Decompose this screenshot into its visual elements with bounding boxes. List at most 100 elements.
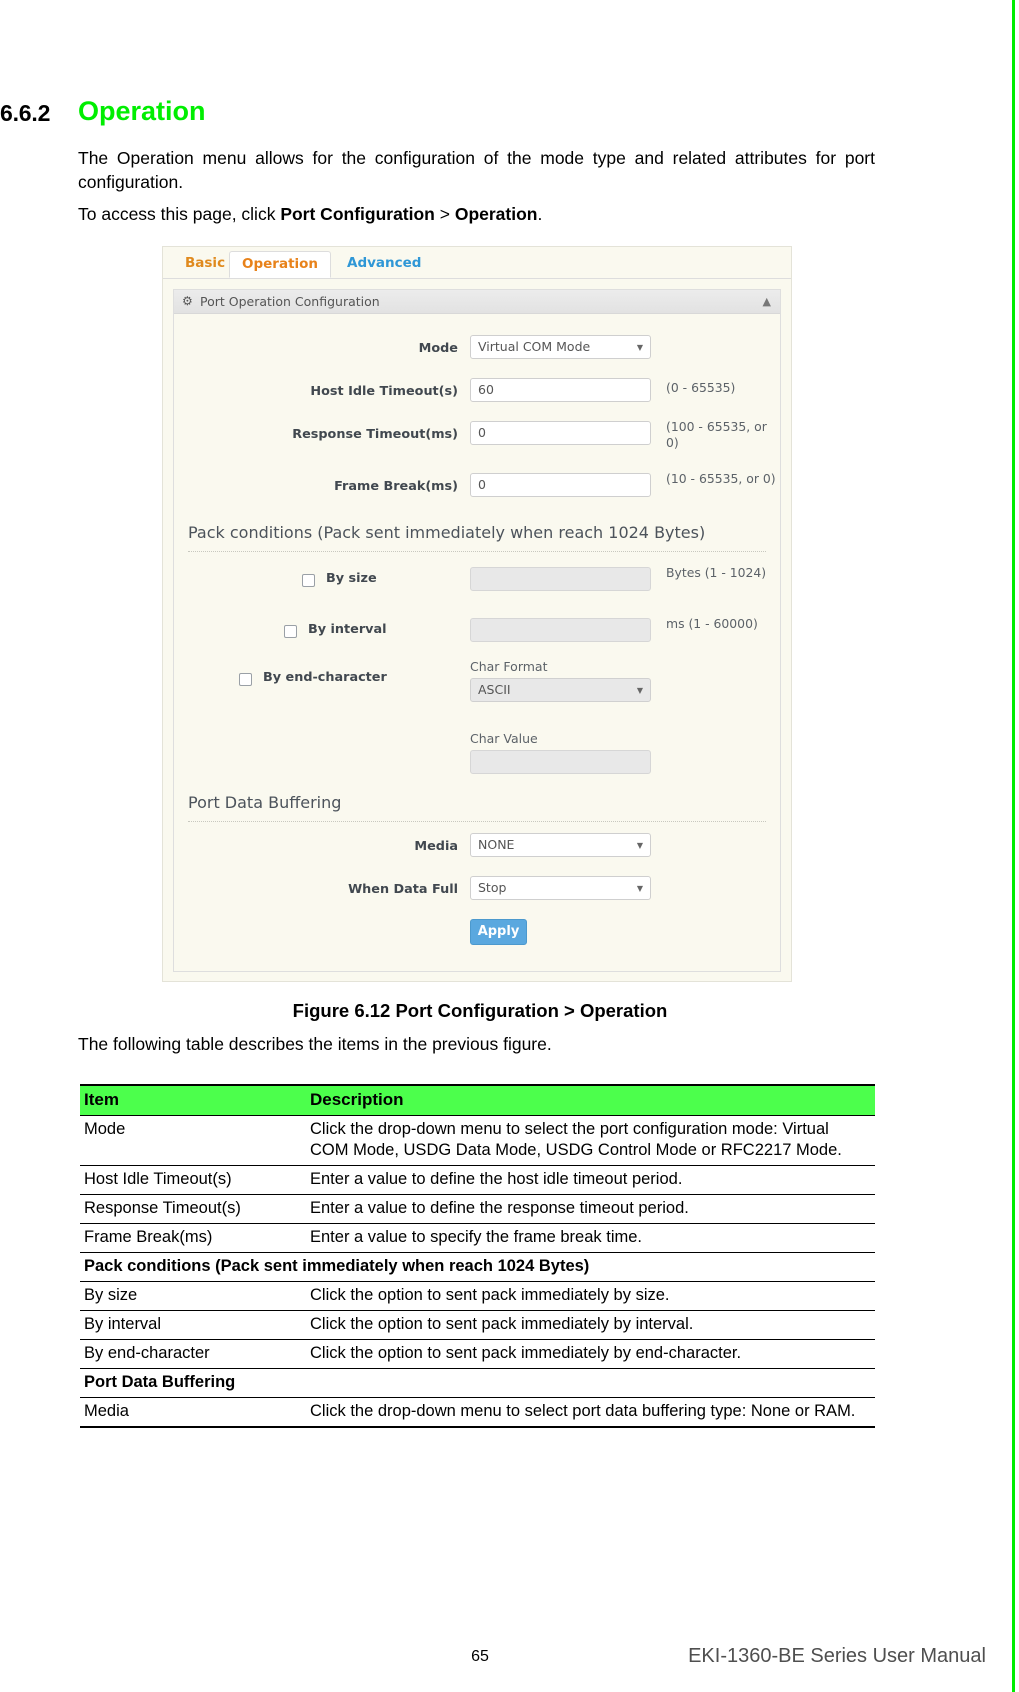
pack-conditions-divider (188, 551, 766, 552)
label-response-timeout: Response Timeout(ms) (292, 427, 458, 442)
access-paragraph: To access this page, click Port Configur… (78, 202, 542, 226)
configuration-form: Mode Virtual COM Mode ▼ Host Idle Timeou… (174, 313, 780, 971)
field-row-by-end-character: By end-character Char Format ASCII ▼ (174, 659, 780, 735)
table-cell-item: Mode (80, 1115, 306, 1166)
table-cell-group-label: Port Data Buffering (80, 1368, 306, 1398)
table-group-row: Port Data Buffering (80, 1368, 875, 1398)
hint-by-interval: ms (1 - 60000) (666, 616, 758, 631)
panel-title: Port Operation Configuration (200, 294, 380, 309)
field-row-frame-break: Frame Break(ms) 0 (10 - 65535, or 0) (174, 471, 780, 503)
when-data-full-select-value: Stop (478, 880, 507, 895)
table-header-item: Item (80, 1084, 306, 1116)
section-number: 6.6.2 (0, 100, 51, 126)
apply-button[interactable]: Apply (470, 919, 527, 945)
host-idle-timeout-input[interactable]: 60 (470, 378, 651, 402)
chevron-down-icon: ▼ (636, 343, 643, 352)
table-row: By end-character Click the option to sen… (80, 1339, 875, 1369)
table-cell-item: By end-character (80, 1339, 306, 1369)
label-when-data-full: When Data Full (348, 882, 458, 897)
page-edge-rule (1012, 0, 1015, 1692)
label-host-idle-timeout: Host Idle Timeout(s) (310, 384, 458, 399)
media-select-value: NONE (478, 837, 515, 852)
table-cell-description: Enter a value to define the response tim… (306, 1194, 875, 1224)
table-cell-item: By size (80, 1281, 306, 1311)
table-header-description: Description (306, 1084, 875, 1116)
mode-select[interactable]: Virtual COM Mode ▼ (470, 335, 651, 359)
table-cell-description: Click the drop-down menu to select port … (306, 1397, 875, 1428)
table-row: Frame Break(ms) Enter a value to specify… (80, 1223, 875, 1253)
char-value-input[interactable] (470, 750, 651, 774)
table-cell-group-description (306, 1368, 875, 1398)
by-interval-checkbox[interactable] (284, 625, 297, 638)
figure-screenshot: Basic Operation Advanced ⚙ Port Operatio… (162, 246, 792, 982)
chevron-down-icon: ▼ (636, 686, 643, 695)
field-row-host-idle-timeout: Host Idle Timeout(s) 60 (0 - 65535) (174, 378, 780, 408)
label-media: Media (414, 839, 458, 854)
hint-response-timeout: (100 - 65535, or 0) (666, 419, 767, 450)
char-format-select-value: ASCII (478, 682, 511, 697)
label-by-interval: By interval (308, 622, 387, 637)
response-timeout-input[interactable]: 0 (470, 421, 651, 445)
label-mode: Mode (418, 341, 458, 356)
tab-operation[interactable]: Operation (229, 251, 332, 278)
table-cell-description: Click the drop-down menu to select the p… (306, 1115, 875, 1166)
table-body: Mode Click the drop-down menu to select … (80, 1115, 875, 1428)
chevron-down-icon: ▼ (636, 841, 643, 850)
char-format-select[interactable]: ASCII ▼ (470, 678, 651, 702)
table-cell-description: Click the option to sent pack immediatel… (306, 1281, 875, 1311)
table-row: Response Timeout(s) Enter a value to def… (80, 1194, 875, 1224)
breadcrumb-port-configuration: Port Configuration (280, 204, 435, 224)
tab-basic[interactable]: Basic (173, 251, 237, 278)
port-operation-panel: ⚙ Port Operation Configuration ▲ Mode Vi… (173, 289, 781, 972)
table-cell-item: Response Timeout(s) (80, 1194, 306, 1224)
table-header-row: Item Description (80, 1084, 875, 1116)
by-size-checkbox[interactable] (302, 574, 315, 587)
hint-frame-break: (10 - 65535, or 0) (666, 471, 776, 486)
breadcrumb-operation: Operation (454, 204, 538, 224)
table-row: Media Click the drop-down menu to select… (80, 1397, 875, 1428)
by-size-input[interactable] (470, 567, 651, 591)
field-row-response-timeout: Response Timeout(ms) 0 (100 - 65535, or … (174, 419, 780, 451)
chevron-up-icon[interactable]: ▲ (763, 290, 771, 313)
table-cell-description: Enter a value to specify the frame break… (306, 1223, 875, 1253)
label-char-value: Char Value (470, 731, 538, 746)
table-row: Mode Click the drop-down menu to select … (80, 1115, 875, 1166)
table-row: By size Click the option to sent pack im… (80, 1281, 875, 1311)
page-title: Operation (78, 96, 206, 126)
label-by-end-character: By end-character (263, 670, 387, 685)
media-select[interactable]: NONE ▼ (470, 833, 651, 857)
chevron-down-icon: ▼ (636, 884, 643, 893)
intro-paragraph: The Operation menu allows for the config… (78, 148, 875, 192)
field-row-when-data-full: When Data Full Stop ▼ (174, 876, 780, 906)
access-suffix: . (537, 204, 543, 224)
items-description-table: Item Description Mode Click the drop-dow… (80, 1084, 875, 1428)
table-cell-item: Frame Break(ms) (80, 1223, 306, 1253)
when-data-full-select[interactable]: Stop ▼ (470, 876, 651, 900)
table-intro: The following table describes the items … (78, 1034, 552, 1054)
table-cell-description: Enter a value to define the host idle ti… (306, 1165, 875, 1195)
table-cell-description: Click the option to sent pack immediatel… (306, 1310, 875, 1340)
table-cell-description: Click the option to sent pack immediatel… (306, 1339, 875, 1369)
tab-bar: Basic Operation Advanced (163, 247, 791, 279)
breadcrumb-separator: > (434, 204, 455, 224)
access-prefix: To access this page, click (78, 204, 281, 224)
table-cell-item: Host Idle Timeout(s) (80, 1165, 306, 1195)
label-by-size: By size (326, 571, 377, 586)
mode-select-value: Virtual COM Mode (478, 339, 591, 354)
manual-title-footer: EKI-1360-BE Series User Manual (688, 1645, 986, 1667)
field-row-by-size: By size Bytes (1 - 1024) (174, 565, 780, 597)
by-end-character-checkbox[interactable] (239, 673, 252, 686)
field-row-mode: Mode Virtual COM Mode ▼ (174, 335, 780, 365)
field-row-media: Media NONE ▼ (174, 833, 780, 863)
port-data-buffering-heading: Port Data Buffering (188, 793, 342, 812)
gear-icon: ⚙ (182, 294, 193, 308)
tab-advanced[interactable]: Advanced (335, 251, 433, 278)
frame-break-input[interactable]: 0 (470, 473, 651, 497)
hint-host-idle-timeout: (0 - 65535) (666, 380, 736, 395)
table-cell-group-label: Pack conditions (Pack sent immediately w… (80, 1252, 875, 1282)
label-frame-break: Frame Break(ms) (334, 479, 458, 494)
hint-by-size: Bytes (1 - 1024) (666, 565, 767, 580)
table-cell-item: Media (80, 1397, 306, 1428)
by-interval-input[interactable] (470, 618, 651, 642)
field-row-char-value: Char Value (174, 731, 780, 781)
